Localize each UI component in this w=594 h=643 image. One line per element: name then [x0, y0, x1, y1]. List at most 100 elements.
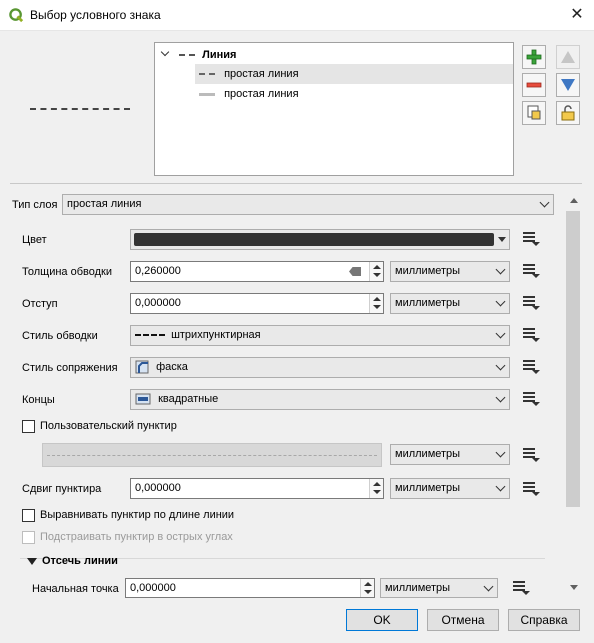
layer-type-label: Тип слоя	[12, 199, 58, 211]
join-style-label: Стиль сопряжения	[22, 362, 118, 374]
chevron-down-icon	[495, 360, 506, 371]
tree-item-label: простая линия	[224, 88, 299, 100]
chevron-down-icon	[495, 264, 506, 275]
offset-label: Отступ	[22, 298, 58, 310]
clear-icon[interactable]	[349, 267, 361, 276]
stroke-width-value: 0,260000	[135, 265, 181, 277]
scroll-down-icon[interactable]	[570, 585, 578, 590]
square-cap-icon	[135, 393, 151, 405]
tree-item-root[interactable]: Линия	[160, 45, 510, 65]
cancel-button[interactable]: Отмена	[427, 609, 499, 631]
data-defined-override-icon[interactable]	[520, 230, 542, 248]
color-button[interactable]	[130, 229, 510, 250]
data-defined-override-icon[interactable]	[520, 326, 542, 344]
unit-value: миллиметры	[395, 297, 461, 309]
trim-start-label: Начальная точка	[32, 583, 119, 595]
symbol-layer-tree[interactable]: Линия простая линия простая линия	[154, 42, 514, 176]
dash-offset-spinner[interactable]	[369, 479, 383, 498]
color-dropdown-arrow-icon[interactable]	[498, 237, 506, 242]
title-bar: Выбор условного знака ✕	[0, 0, 594, 31]
custom-dash-unit-select[interactable]: миллиметры	[390, 444, 510, 465]
plus-icon	[526, 49, 542, 65]
scroll-up-icon[interactable]	[570, 198, 578, 203]
stroke-style-label: Стиль обводки	[22, 330, 98, 342]
unit-value: миллиметры	[395, 265, 461, 277]
chevron-down-icon	[495, 392, 506, 403]
chevron-down-icon	[539, 197, 550, 208]
trim-start-spinner[interactable]	[360, 579, 374, 597]
close-icon[interactable]: ✕	[566, 5, 588, 25]
join-style-value: фаска	[156, 361, 188, 373]
tree-item-label: простая линия	[224, 68, 299, 80]
offset-spinner[interactable]	[369, 294, 383, 313]
divider	[10, 183, 582, 184]
offset-input[interactable]: 0,000000	[130, 293, 384, 314]
trim-group-title[interactable]: Отсечь линии	[42, 555, 118, 567]
dash-offset-input[interactable]: 0,000000	[130, 478, 384, 499]
trim-start-unit-select[interactable]: миллиметры	[380, 578, 498, 598]
triangle-down-icon	[561, 79, 575, 91]
cap-style-select[interactable]: квадратные	[130, 389, 510, 410]
minus-icon	[526, 82, 542, 88]
unit-value: миллиметры	[395, 482, 461, 494]
dashdot-line-icon	[135, 334, 165, 337]
cap-style-value: квадратные	[158, 393, 219, 405]
duplicate-layer-button[interactable]	[522, 101, 546, 125]
custom-dash-checkbox[interactable]	[22, 420, 35, 433]
tree-item-layer-1[interactable]: простая линия	[195, 64, 513, 84]
chevron-down-icon	[495, 481, 506, 492]
data-defined-override-icon[interactable]	[520, 262, 542, 280]
custom-dash-pattern-button[interactable]	[42, 443, 382, 467]
tweak-dash-label: Подстраивать пунктир в острых углах	[40, 531, 233, 543]
lock-icon	[561, 105, 575, 121]
move-up-button[interactable]	[556, 45, 580, 69]
window-title: Выбор условного знака	[30, 8, 161, 22]
dash-offset-label: Сдвиг пунктира	[22, 483, 102, 495]
cap-style-label: Концы	[22, 394, 55, 406]
color-label: Цвет	[22, 234, 47, 246]
chevron-down-icon[interactable]	[160, 47, 170, 57]
offset-unit-select[interactable]: миллиметры	[390, 293, 510, 314]
scrollbar-thumb[interactable]	[566, 211, 580, 507]
chevron-down-icon	[483, 581, 494, 592]
solid-line-icon	[199, 92, 215, 96]
stroke-width-label: Толщина обводки	[22, 266, 112, 278]
custom-dash-label: Пользовательский пунктир	[40, 420, 177, 432]
qgis-logo-icon	[9, 8, 24, 23]
tree-item-layer-2[interactable]: простая линия	[195, 84, 513, 104]
stroke-width-unit-select[interactable]: миллиметры	[390, 261, 510, 282]
lock-layer-button[interactable]	[556, 101, 580, 125]
symbol-preview	[30, 108, 130, 110]
data-defined-override-icon[interactable]	[510, 579, 532, 597]
line-symbol-icon	[179, 54, 196, 57]
data-defined-override-icon[interactable]	[520, 390, 542, 408]
help-button[interactable]: Справка	[508, 609, 580, 631]
bevel-join-icon	[135, 360, 149, 374]
join-style-select[interactable]: фаска	[130, 357, 510, 378]
duplicate-icon	[527, 105, 541, 120]
ok-button[interactable]: OK	[346, 609, 418, 631]
button-bar	[0, 600, 594, 643]
remove-layer-button[interactable]	[522, 73, 546, 97]
align-dash-checkbox[interactable]	[22, 509, 35, 522]
move-down-button[interactable]	[556, 73, 580, 97]
tweak-dash-checkbox[interactable]	[22, 531, 35, 544]
unit-value: миллиметры	[385, 582, 451, 594]
triangle-up-icon	[561, 51, 575, 63]
trim-start-value: 0,000000	[130, 582, 176, 594]
data-defined-override-icon[interactable]	[520, 446, 542, 464]
dash-offset-unit-select[interactable]: миллиметры	[390, 478, 510, 499]
collapse-triangle-icon[interactable]	[27, 558, 37, 565]
chevron-down-icon	[495, 328, 506, 339]
align-dash-label: Выравнивать пунктир по длине линии	[40, 509, 235, 521]
stroke-width-input[interactable]: 0,260000	[130, 261, 384, 282]
data-defined-override-icon[interactable]	[520, 480, 542, 498]
trim-start-input[interactable]: 0,000000	[125, 578, 375, 598]
chevron-down-icon	[495, 447, 506, 458]
add-layer-button[interactable]	[522, 45, 546, 69]
stroke-style-select[interactable]: штрихпунктирная	[130, 325, 510, 346]
data-defined-override-icon[interactable]	[520, 294, 542, 312]
layer-type-select[interactable]: простая линия	[62, 194, 554, 215]
data-defined-override-icon[interactable]	[520, 358, 542, 376]
stroke-width-spinner[interactable]	[369, 262, 383, 281]
